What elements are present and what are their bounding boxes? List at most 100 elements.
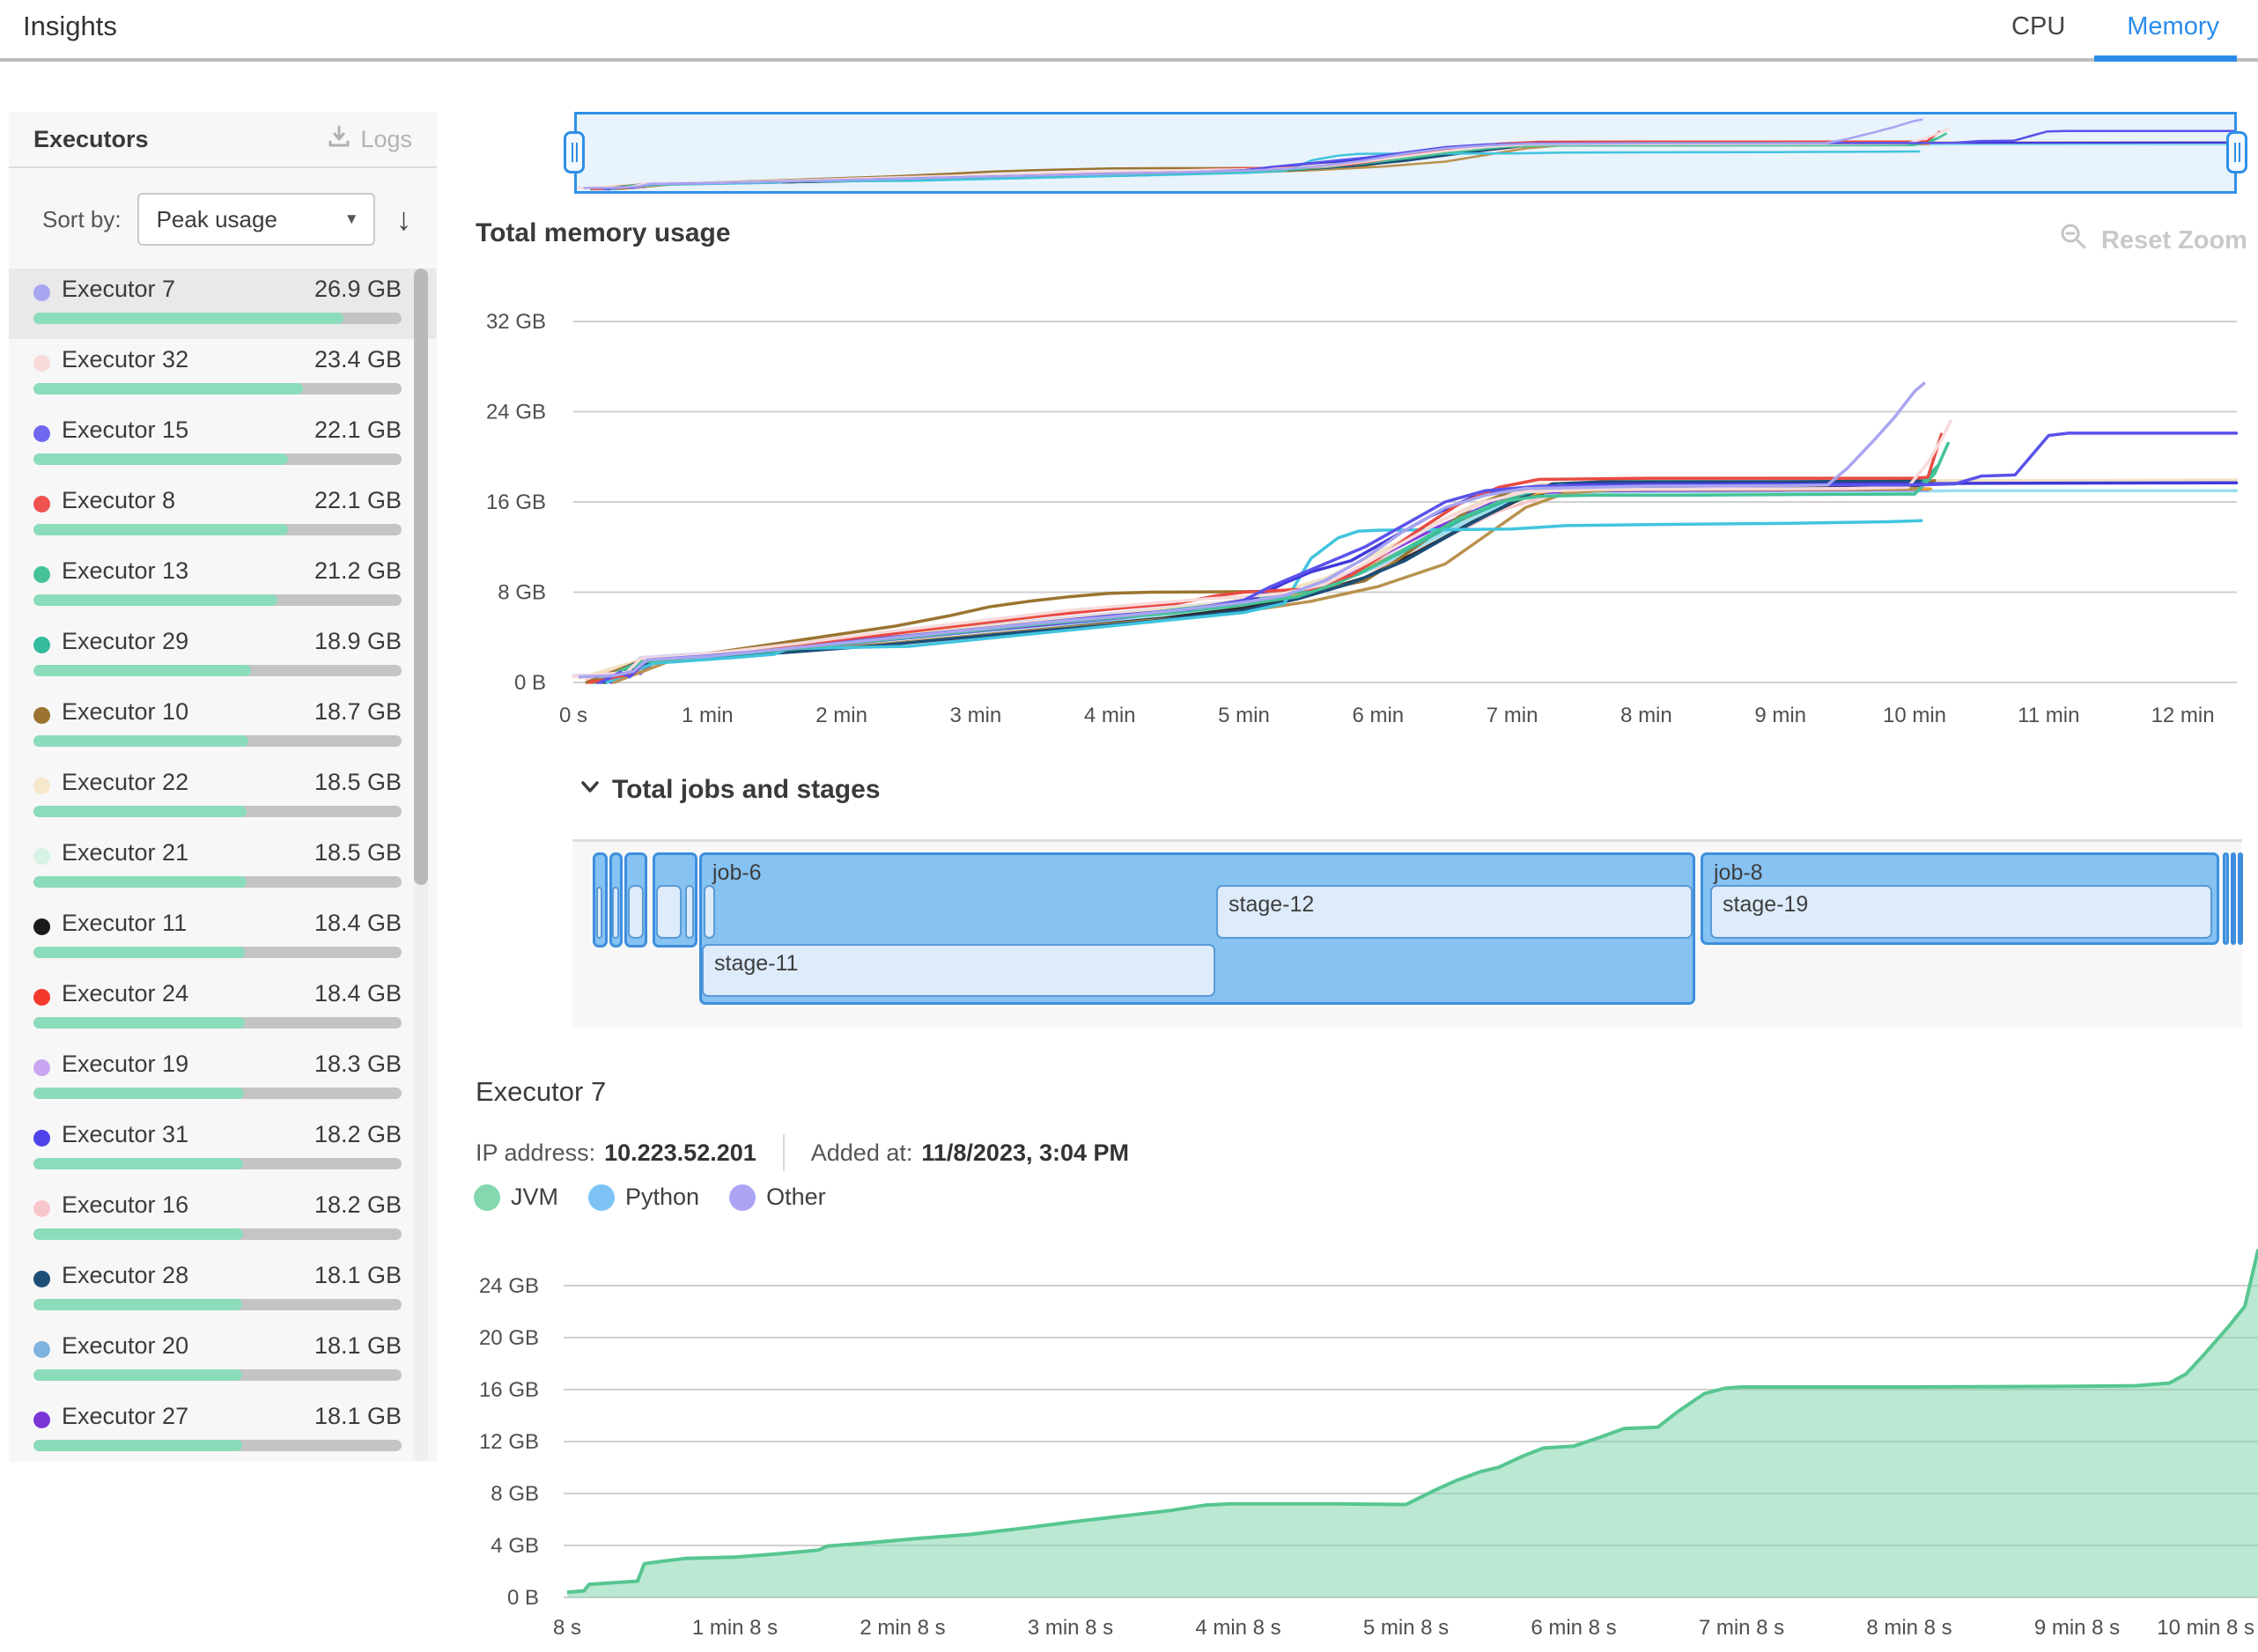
x-axis-tick-label: 4 min 8 s — [1195, 1616, 1280, 1640]
executor-color-dot — [33, 989, 50, 1006]
x-axis-tick-label: 8 min — [1620, 704, 1672, 727]
logs-button[interactable]: Logs — [327, 124, 412, 155]
executor-peak-value: 18.4 GB — [314, 910, 402, 937]
executor-name: Executor 31 — [62, 1121, 188, 1148]
executor-color-dot — [33, 918, 50, 935]
executor-peak-value: 18.5 GB — [314, 769, 402, 796]
y-axis-tick-label: 8 GB — [498, 581, 546, 605]
insights-page: Insights CPU Memory Executors Logs Sort … — [0, 0, 2258, 1652]
brush-handle-left[interactable] — [564, 131, 585, 173]
list-item[interactable]: Executor 1918.3 GB — [9, 1044, 437, 1114]
x-axis-tick-label: 2 min — [815, 704, 867, 727]
sort-by-label: Sort by: — [42, 206, 122, 233]
page-title: Insights — [23, 11, 117, 42]
tab-memory[interactable]: Memory — [2127, 12, 2219, 41]
y-axis-tick-label: 16 GB — [486, 490, 546, 514]
stage-bar-stage-12[interactable]: stage-12 — [1216, 885, 1693, 939]
job-bar[interactable] — [2223, 852, 2229, 945]
chevron-down-icon — [577, 773, 603, 807]
job-bar[interactable] — [2238, 852, 2243, 945]
executor-peak-value: 18.2 GB — [314, 1191, 402, 1219]
reset-zoom-button[interactable]: Reset Zoom — [2059, 222, 2247, 259]
series-executor-30 — [614, 489, 1922, 682]
executor-name: Executor 21 — [62, 839, 188, 867]
series-executor-31 — [597, 483, 2236, 682]
list-item[interactable]: Executor 22 18.5 GB — [9, 762, 437, 832]
executor-color-dot — [33, 1200, 50, 1217]
added-at-label: Added at: — [811, 1139, 913, 1167]
job-bar[interactable] — [2231, 852, 2236, 945]
list-item[interactable]: Executor 2118.5 GB — [9, 832, 437, 903]
jobs-section-title: Total jobs and stages — [612, 775, 881, 805]
stage-bar[interactable] — [685, 885, 694, 939]
stage-bar[interactable] — [596, 887, 602, 939]
added-at-value: 11/8/2023, 3:04 PM — [921, 1139, 1129, 1167]
stage-bar-stage-11[interactable]: stage-11 — [702, 944, 1215, 997]
series-executor-21 — [601, 490, 2237, 682]
x-axis-tick-label: 0 s — [559, 704, 587, 727]
info-divider — [783, 1134, 785, 1171]
x-axis-tick-label: 8 min 8 s — [1866, 1616, 1952, 1640]
x-axis-tick-label: 11 min — [2018, 704, 2079, 727]
ip-address-label: IP address: — [476, 1139, 595, 1167]
list-item[interactable]: Executor 11 18.4 GB — [9, 903, 437, 973]
list-item[interactable]: Executor 2418.4 GB — [9, 973, 437, 1044]
x-axis-tick-label: 3 min — [950, 704, 1002, 727]
executor-color-dot — [33, 1059, 50, 1076]
x-axis-tick-label: 3 min 8 s — [1028, 1616, 1113, 1640]
series-executor-11 — [606, 486, 1921, 683]
x-axis-tick-label: 10 min — [1883, 704, 1946, 727]
stage-bar-stage-19[interactable]: stage-19 — [1710, 885, 2212, 939]
x-axis-tick-label: 1 min 8 s — [692, 1616, 778, 1640]
executor-detail-title: Executor 7 — [476, 1076, 606, 1108]
y-axis-tick-label: 0 B — [514, 671, 546, 695]
stage-label: stage-12 — [1229, 892, 1314, 918]
stage-bar[interactable] — [704, 885, 715, 939]
overview-chart — [577, 114, 2234, 191]
legend-label: Python — [625, 1184, 699, 1211]
stage-bar[interactable] — [628, 885, 644, 939]
executor-name: Executor 11 — [62, 910, 187, 937]
legend-label: Other — [766, 1184, 826, 1211]
jobs-section-toggle[interactable]: Total jobs and stages — [577, 773, 881, 807]
legend-item-other[interactable]: Other — [729, 1184, 826, 1211]
memory-type-legend: JVM Python Other — [474, 1184, 826, 1211]
executor-name: Executor 16 — [62, 1191, 188, 1219]
job-label: job-8 — [1714, 860, 1763, 886]
series-executor-7 — [580, 384, 1924, 677]
usage-bar — [33, 1017, 402, 1029]
stage-bar[interactable] — [656, 885, 682, 939]
executor-name: Executor 22 — [62, 769, 188, 796]
executor-memory-chart: 24 GB20 GB16 GB12 GB8 GB4 GB0 B8 s1 min … — [0, 1233, 2258, 1652]
python-color-dot — [588, 1184, 615, 1211]
y-axis-tick-label: 4 GB — [491, 1534, 539, 1558]
x-axis-tick-label: 9 min 8 s — [2034, 1616, 2120, 1640]
y-axis-tick-label: 20 GB — [479, 1326, 539, 1350]
sort-dropdown[interactable]: Peak usage ▼ — [137, 193, 375, 246]
executor-color-dot — [33, 848, 50, 865]
brush-handle-right[interactable] — [2226, 131, 2247, 173]
executor-color-dot — [33, 1130, 50, 1147]
total-memory-chart: 32 GB24 GB16 GB8 GB0 B0 s1 min2 min3 min… — [0, 299, 2258, 740]
y-axis-tick-label: 24 GB — [479, 1274, 539, 1298]
legend-item-jvm[interactable]: JVM — [474, 1184, 558, 1211]
x-axis-tick-label: 6 min 8 s — [1531, 1616, 1616, 1640]
overview-series — [584, 120, 1923, 188]
legend-item-python[interactable]: Python — [588, 1184, 699, 1211]
list-item[interactable]: Executor 3118.2 GB — [9, 1114, 437, 1184]
series-executor-32 — [573, 421, 1951, 677]
usage-bar — [33, 1158, 402, 1169]
active-tab-indicator — [2094, 55, 2237, 62]
y-axis-tick-label: 32 GB — [486, 310, 546, 334]
x-axis-tick-label: 7 min — [1487, 704, 1539, 727]
x-axis-tick-label: 2 min 8 s — [860, 1616, 945, 1640]
sort-direction-button[interactable]: ↓ — [396, 203, 412, 235]
tab-bar: CPU Memory — [2011, 12, 2219, 41]
jvm-color-dot — [474, 1184, 500, 1211]
stage-bar[interactable] — [612, 887, 619, 939]
tab-cpu[interactable]: CPU — [2011, 12, 2065, 41]
download-icon — [327, 124, 351, 155]
executor-detail-info: IP address: 10.223.52.201 Added at: 11/8… — [476, 1134, 1129, 1171]
usage-bar — [33, 1088, 402, 1099]
x-axis-tick-label: 9 min — [1754, 704, 1806, 727]
